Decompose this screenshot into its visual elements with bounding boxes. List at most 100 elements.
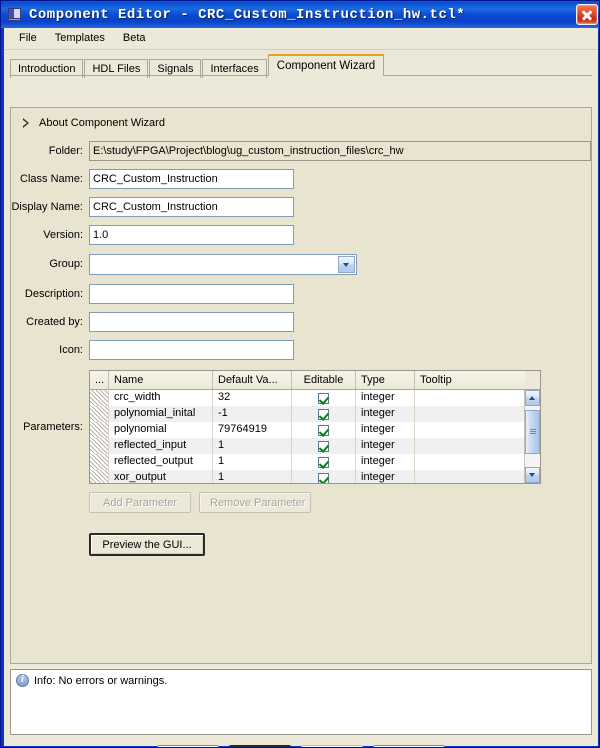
class-name-label: Class Name: [11, 173, 89, 185]
table-row[interactable]: xor_output 1 integer [90, 470, 540, 483]
cell-tooltip [415, 406, 525, 422]
menu-item-templates[interactable]: Templates [46, 30, 114, 47]
description-input[interactable] [89, 284, 294, 304]
chevron-down-icon[interactable] [338, 256, 355, 273]
icon-label: Icon: [11, 344, 89, 356]
tab-interfaces[interactable]: Interfaces [202, 59, 266, 78]
cell-editable-checkbox[interactable] [292, 454, 356, 470]
status-message-box: Info: No errors or warnings. [10, 669, 592, 735]
cell-default-value: 1 [213, 454, 292, 470]
display-name-label: Display Name: [11, 201, 89, 213]
parameter-buttons: Add Parameter Remove Parameter [89, 492, 591, 513]
row-drag-handle[interactable] [90, 406, 109, 422]
cell-default-value: 79764919 [213, 422, 292, 438]
column-header-tooltip[interactable]: Tooltip [415, 371, 525, 389]
triangle-right-icon [23, 118, 31, 128]
book-icon [7, 7, 23, 22]
row-drag-handle[interactable] [90, 390, 109, 406]
description-label: Description: [11, 288, 89, 300]
cell-default-value: 1 [213, 438, 292, 454]
close-icon[interactable] [576, 4, 598, 25]
scroll-down-icon[interactable] [525, 467, 540, 483]
add-parameter-button[interactable]: Add Parameter [89, 492, 191, 513]
cell-editable-checkbox[interactable] [292, 470, 356, 483]
cell-tooltip [415, 470, 525, 483]
menu-item-beta[interactable]: Beta [114, 30, 155, 47]
table-body: crc_width 32 integer polynomial_inital -… [90, 390, 540, 483]
row-drag-handle[interactable] [90, 470, 109, 483]
remove-parameter-button[interactable]: Remove Parameter [199, 492, 311, 513]
column-header-name[interactable]: Name [109, 371, 213, 389]
cell-name: crc_width [109, 390, 213, 406]
row-drag-handle[interactable] [90, 422, 109, 438]
preview-row: Preview the GUI... [89, 533, 591, 556]
scrollbar-thumb[interactable] [525, 410, 540, 454]
cell-name: reflected_output [109, 454, 213, 470]
next-button[interactable]: Next [301, 745, 363, 748]
group-dropdown[interactable] [89, 254, 357, 275]
tab-component-wizard[interactable]: Component Wizard [268, 54, 384, 76]
tab-hdl-files[interactable]: HDL Files [84, 59, 148, 78]
scroll-up-icon[interactable] [525, 390, 540, 406]
finish-button[interactable]: Finish... [373, 745, 445, 748]
footer-button-bar: Help Prev Next Finish... [4, 738, 598, 748]
table-vertical-scrollbar[interactable] [524, 390, 540, 483]
table-row[interactable]: reflected_output 1 integer [90, 454, 540, 470]
folder-label: Folder: [11, 145, 89, 157]
parameters-section: Parameters: ... Name Default Va... Edita… [11, 370, 591, 484]
cell-editable-checkbox[interactable] [292, 438, 356, 454]
table-row[interactable]: reflected_input 1 integer [90, 438, 540, 454]
table-header-row: ... Name Default Va... Editable Type Too… [90, 371, 540, 390]
status-line: Info: No errors or warnings. [16, 674, 586, 687]
cell-editable-checkbox[interactable] [292, 422, 356, 438]
folder-field[interactable] [89, 141, 591, 161]
version-label: Version: [11, 229, 89, 241]
status-text: Info: No errors or warnings. [34, 675, 167, 687]
created-by-label: Created by: [11, 316, 89, 328]
preview-gui-button[interactable]: Preview the GUI... [89, 533, 205, 556]
column-header-grip[interactable]: ... [90, 371, 109, 389]
tab-signals[interactable]: Signals [149, 59, 201, 78]
component-wizard-panel: About Component Wizard Folder: Class Nam… [10, 107, 592, 664]
column-header-default-value[interactable]: Default Va... [213, 371, 292, 389]
class-name-input[interactable] [89, 169, 294, 189]
icon-input[interactable] [89, 340, 294, 360]
display-name-input[interactable] [89, 197, 294, 217]
display-name-row: Display Name: [11, 197, 591, 217]
row-drag-handle[interactable] [90, 454, 109, 470]
version-input[interactable] [89, 225, 294, 245]
about-component-wizard-expander[interactable]: About Component Wizard [23, 117, 591, 129]
cell-tooltip [415, 454, 525, 470]
scrollbar-track[interactable] [525, 406, 540, 467]
tab-introduction[interactable]: Introduction [10, 59, 83, 78]
icon-row: Icon: [11, 340, 591, 360]
window-body: File Templates Beta Introduction HDL Fil… [4, 28, 598, 746]
group-row: Group: [11, 253, 591, 275]
cell-editable-checkbox[interactable] [292, 406, 356, 422]
cell-editable-checkbox[interactable] [292, 390, 356, 406]
parameters-label: Parameters: [11, 421, 89, 433]
cell-type: integer [356, 438, 415, 454]
cell-name: xor_output [109, 470, 213, 483]
menu-item-file[interactable]: File [10, 30, 46, 47]
cell-tooltip [415, 438, 525, 454]
parameters-table: ... Name Default Va... Editable Type Too… [89, 370, 541, 484]
column-header-editable[interactable]: Editable [292, 371, 356, 389]
table-row[interactable]: polynomial 79764919 integer [90, 422, 540, 438]
row-drag-handle[interactable] [90, 438, 109, 454]
tab-strip: Introduction HDL Files Signals Interface… [10, 54, 598, 76]
cell-default-value: 1 [213, 470, 292, 483]
column-header-type[interactable]: Type [356, 371, 415, 389]
info-icon [16, 674, 29, 687]
cell-name: polynomial_inital [109, 406, 213, 422]
cell-default-value: 32 [213, 390, 292, 406]
about-label: About Component Wizard [39, 117, 165, 129]
table-row[interactable]: crc_width 32 integer [90, 390, 540, 406]
created-by-input[interactable] [89, 312, 294, 332]
prev-button[interactable]: Prev [229, 745, 291, 748]
cell-type: integer [356, 470, 415, 483]
title-bar: Component Editor - CRC_Custom_Instructio… [1, 1, 600, 28]
help-button[interactable]: Help [157, 745, 219, 748]
cell-tooltip [415, 422, 525, 438]
table-row[interactable]: polynomial_inital -1 integer [90, 406, 540, 422]
